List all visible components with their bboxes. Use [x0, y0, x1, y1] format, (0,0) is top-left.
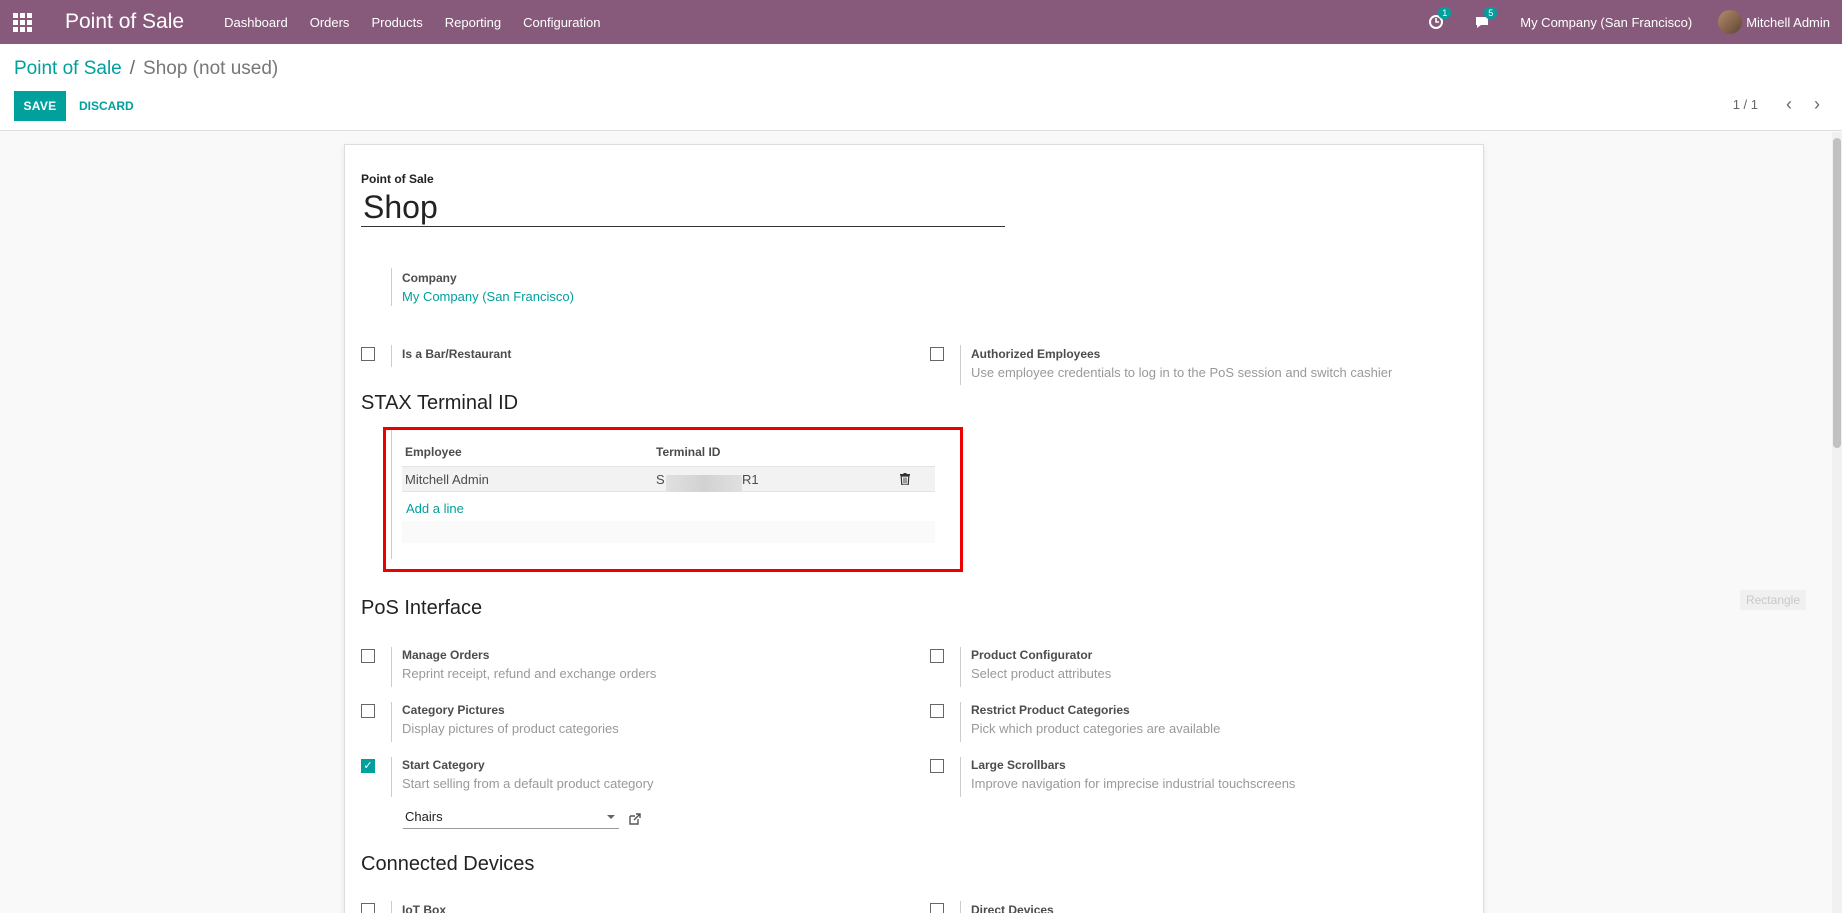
menu-orders[interactable]: Orders	[310, 15, 350, 30]
direct-devices-divider	[960, 901, 961, 913]
messages-chat-icon[interactable]: 5	[1474, 7, 1498, 30]
company-switcher[interactable]: My Company (San Francisco)	[1520, 15, 1692, 30]
pos-interface-title: PoS Interface	[361, 597, 483, 619]
name-input[interactable]: Shop	[361, 189, 1005, 227]
menu-dashboard[interactable]: Dashboard	[224, 15, 288, 30]
activity-clock-icon[interactable]: 1	[1428, 7, 1452, 30]
product-configurator-label: Product Configurator	[971, 648, 1093, 662]
category-pictures-help: Display pictures of product categories	[402, 721, 619, 736]
pager-value[interactable]: 1 / 1	[1733, 97, 1758, 112]
authorized-employees-label: Authorized Employees	[971, 347, 1101, 361]
restrict-categories-checkbox[interactable]	[930, 704, 944, 718]
stax-section-title: STAX Terminal ID	[361, 392, 519, 414]
iot-box-divider	[391, 901, 392, 913]
direct-devices-checkbox[interactable]	[930, 903, 944, 913]
user-avatar[interactable]	[1718, 10, 1743, 34]
pager-prev-icon[interactable]: ‹	[1786, 94, 1792, 115]
iot-box-checkbox[interactable]	[361, 903, 375, 913]
restrict-categories-help: Pick which product categories are availa…	[971, 721, 1221, 736]
scrollbar-thumb[interactable]	[1833, 138, 1841, 448]
is-bar-checkbox[interactable]	[361, 347, 375, 361]
product-configurator-divider	[960, 647, 961, 687]
chevron-down-icon[interactable]	[607, 815, 615, 819]
manage-orders-label: Manage Orders	[402, 648, 490, 662]
top-navbar: Point of Sale Dashboard Orders Products …	[0, 0, 1842, 44]
highlight-rectangle	[383, 427, 963, 572]
iot-box-label: IoT Box	[402, 903, 446, 913]
manage-orders-divider	[391, 647, 392, 687]
connected-devices-title: Connected Devices	[361, 853, 535, 875]
company-label: Company	[402, 271, 457, 285]
category-pictures-divider	[391, 702, 392, 742]
rectangle-chip: Rectangle	[1740, 590, 1806, 610]
large-scrollbars-checkbox[interactable]	[930, 759, 944, 773]
user-menu[interactable]: Mitchell Admin	[1746, 15, 1830, 30]
company-divider	[391, 268, 392, 306]
authorized-divider	[960, 345, 961, 385]
messages-badge: 5	[1484, 7, 1498, 19]
manage-orders-checkbox[interactable]	[361, 649, 375, 663]
apps-menu-icon[interactable]	[0, 0, 44, 44]
save-button[interactable]: SAVE	[14, 91, 66, 121]
product-configurator-help: Select product attributes	[971, 666, 1112, 681]
name-label: Point of Sale	[361, 172, 434, 186]
large-scrollbars-divider	[960, 757, 961, 797]
product-configurator-checkbox[interactable]	[930, 649, 944, 663]
menu-products[interactable]: Products	[371, 15, 422, 30]
start-category-value: Chairs	[405, 809, 443, 824]
authorized-employees-help: Use employee credentials to log in to th…	[971, 365, 1393, 380]
breadcrumb-current: Shop (not used)	[143, 58, 279, 79]
breadcrumb-parent[interactable]: Point of Sale	[14, 58, 122, 80]
menu-reporting[interactable]: Reporting	[445, 15, 501, 30]
manage-orders-help: Reprint receipt, refund and exchange ord…	[402, 666, 657, 681]
external-link-icon[interactable]	[628, 812, 642, 826]
activity-badge: 1	[1438, 7, 1452, 19]
pager-next-icon[interactable]: ›	[1814, 94, 1820, 115]
control-panel: Point of Sale / Shop (not used) SAVE DIS…	[0, 44, 1842, 131]
is-bar-label: Is a Bar/Restaurant	[402, 347, 512, 361]
restrict-categories-divider	[960, 702, 961, 742]
is-bar-divider	[391, 345, 392, 367]
large-scrollbars-label: Large Scrollbars	[971, 758, 1066, 772]
large-scrollbars-help: Improve navigation for imprecise industr…	[971, 776, 1296, 791]
category-pictures-checkbox[interactable]	[361, 704, 375, 718]
breadcrumb-separator: /	[129, 58, 136, 79]
start-category-select[interactable]: Chairs	[403, 807, 619, 829]
company-link[interactable]: My Company (San Francisco)	[402, 289, 574, 304]
authorized-employees-checkbox[interactable]	[930, 347, 944, 361]
category-pictures-label: Category Pictures	[402, 703, 505, 717]
breadcrumb: Point of Sale / Shop (not used)	[14, 58, 278, 80]
direct-devices-label: Direct Devices	[971, 903, 1054, 913]
start-category-divider	[391, 757, 392, 797]
form-sheet: Point of Sale Shop Company My Company (S…	[344, 144, 1484, 913]
menu-configuration[interactable]: Configuration	[523, 15, 600, 30]
discard-button[interactable]: DISCARD	[79, 91, 134, 121]
start-category-label: Start Category	[402, 758, 485, 772]
start-category-checkbox[interactable]: ✓	[361, 759, 375, 773]
start-category-help: Start selling from a default product cat…	[402, 776, 654, 791]
restrict-categories-label: Restrict Product Categories	[971, 703, 1130, 717]
app-title[interactable]: Point of Sale	[65, 10, 184, 34]
